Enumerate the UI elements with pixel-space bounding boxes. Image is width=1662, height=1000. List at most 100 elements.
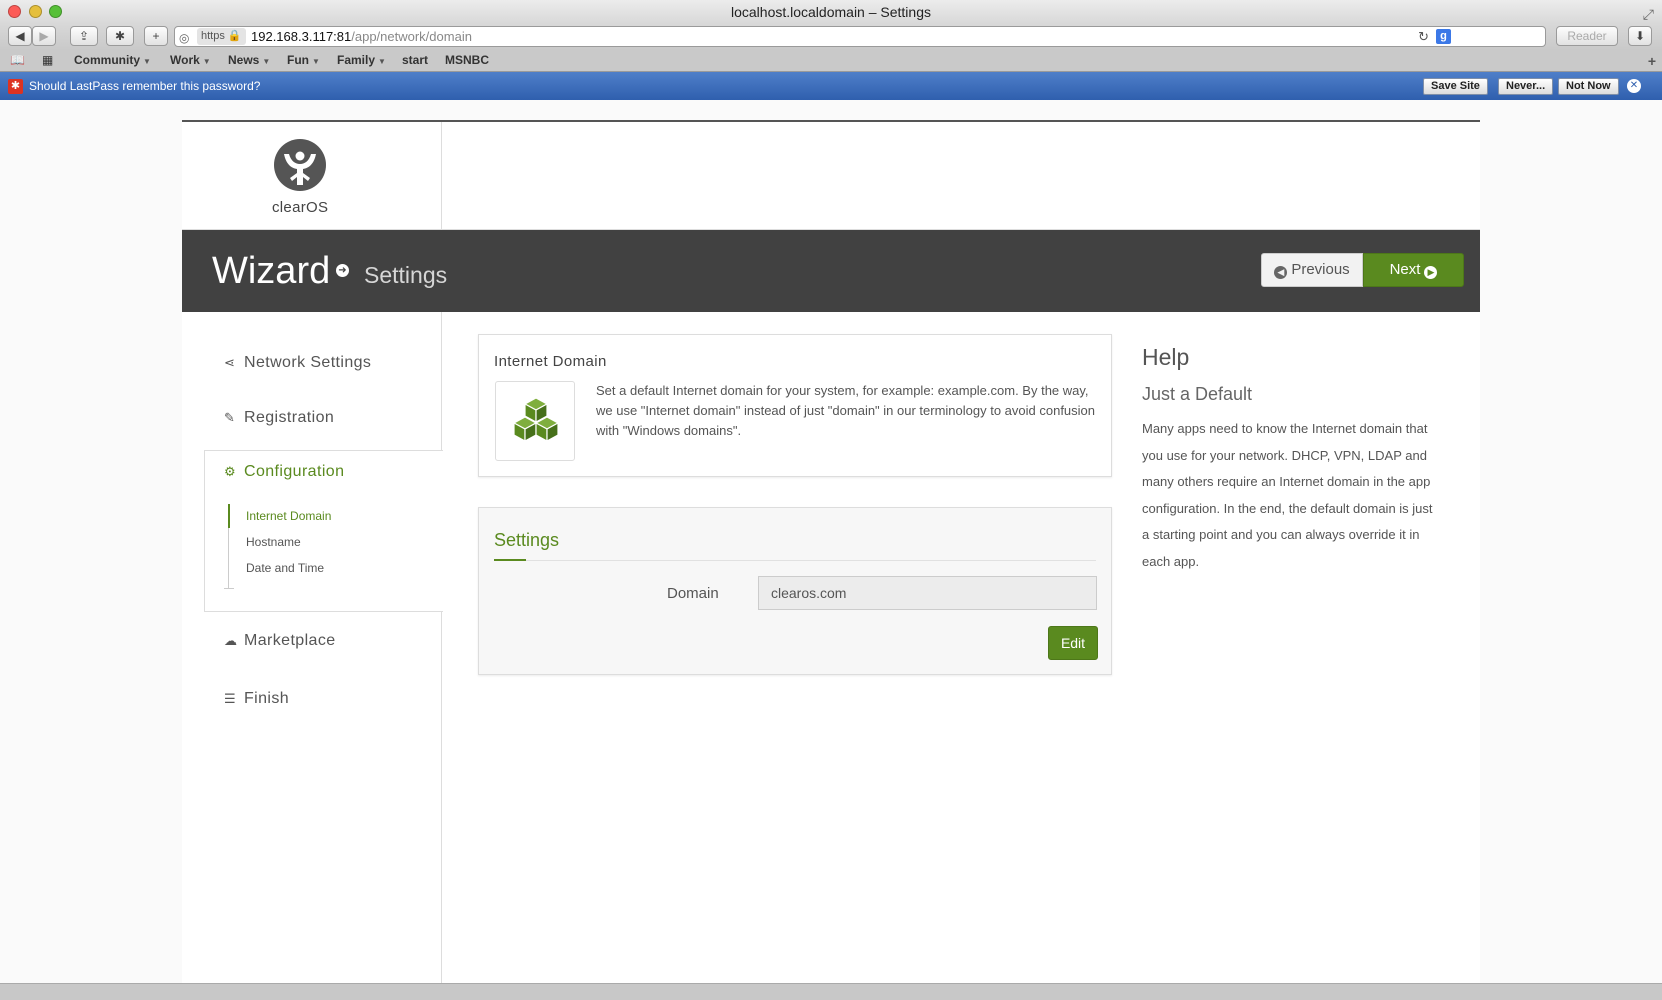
- settings-title: Settings: [494, 530, 560, 550]
- sidebar-item-configuration[interactable]: ⚙ Configuration: [224, 463, 344, 481]
- app-header: clearOS: [182, 122, 1480, 230]
- bookmark-family[interactable]: Family ▼: [337, 53, 386, 67]
- cubes-icon: [512, 397, 560, 443]
- forward-arrow-icon: ▶: [39, 29, 49, 43]
- share-button[interactable]: ⇪: [70, 26, 98, 46]
- clearos-logo-icon: [274, 139, 327, 191]
- not-now-button[interactable]: Not Now: [1558, 78, 1619, 95]
- close-window-button[interactable]: [8, 5, 21, 18]
- arrow-right-circle-icon: ➜: [336, 264, 349, 277]
- subnav-item-hostname[interactable]: Hostname: [246, 535, 301, 549]
- address-bar[interactable]: ◎ https 🔒 192.168.3.117:81/app/network/d…: [174, 26, 1546, 47]
- domain-field[interactable]: [758, 576, 1097, 610]
- list-icon: ☰: [224, 691, 237, 706]
- bookmark-news[interactable]: News ▼: [228, 53, 270, 67]
- bookmark-msnbc[interactable]: MSNBC: [445, 53, 489, 67]
- google-search-icon[interactable]: g: [1436, 29, 1451, 44]
- bookmark-label: News: [228, 53, 260, 67]
- zoom-window-button[interactable]: [49, 5, 62, 18]
- help-text: Many apps need to know the Internet doma…: [1142, 421, 1433, 569]
- edit-button[interactable]: Edit: [1048, 626, 1098, 660]
- panel-title: Internet Domain: [494, 353, 607, 370]
- bookmark-label: Work: [170, 53, 200, 67]
- title-underline: [494, 559, 526, 561]
- previous-button[interactable]: ◀ Previous: [1261, 253, 1363, 287]
- previous-label: Previous: [1291, 261, 1350, 278]
- sidebar-item-label: Finish: [244, 690, 290, 707]
- bookmark-start[interactable]: start: [402, 53, 428, 67]
- chevron-down-icon: ▼: [143, 57, 151, 66]
- url-path: /app/network/domain: [351, 29, 472, 44]
- sidebar-item-label: Configuration: [244, 463, 345, 480]
- reload-icon[interactable]: ↻: [1418, 27, 1429, 46]
- back-button[interactable]: ◀: [8, 26, 32, 46]
- reading-list-icon[interactable]: 📖: [10, 53, 25, 67]
- chevron-down-icon: ▼: [202, 57, 211, 66]
- next-button[interactable]: Next ▶: [1363, 253, 1464, 287]
- url-text: 192.168.3.117:81/app/network/domain: [251, 27, 472, 46]
- forward-button[interactable]: ▶: [32, 26, 56, 46]
- page-subtitle: Settings: [364, 262, 448, 288]
- bookmark-community[interactable]: Community ▼: [74, 53, 151, 67]
- wizard-banner: Wizard ➜ Settings ◀ Previous Next ▶: [182, 230, 1480, 312]
- status-bar: [0, 983, 1662, 1000]
- subnav-line-end: [224, 588, 234, 589]
- never-button[interactable]: Never...: [1498, 78, 1554, 95]
- cloud-download-icon: ☁: [224, 633, 238, 648]
- url-scheme: https: [201, 30, 225, 42]
- lock-icon: 🔒: [227, 30, 242, 42]
- bookmark-label: Fun: [287, 53, 309, 67]
- window-title: localhost.localdomain – Settings: [730, 4, 931, 20]
- site-favicon-icon: ◎: [179, 31, 190, 45]
- bookmark-fun[interactable]: Fun ▼: [287, 53, 320, 67]
- sidebar-item-registration[interactable]: ✎ Registration: [224, 409, 334, 427]
- chevron-down-icon: ▼: [312, 57, 320, 66]
- browser-toolbar: ◀ ▶ ⇪ ✱ + ◎ https 🔒 192.168.3.117:81/app…: [0, 24, 1662, 50]
- sidebar-item-marketplace[interactable]: ☁ Marketplace: [224, 632, 336, 650]
- back-arrow-icon: ◀: [15, 29, 25, 43]
- minimize-window-button[interactable]: [29, 5, 42, 18]
- save-site-button[interactable]: Save Site: [1423, 78, 1488, 95]
- app-container: clearOS Wizard ➜ Settings ◀ Previous Next…: [182, 120, 1480, 985]
- clearos-logo[interactable]: clearOS: [272, 138, 328, 216]
- share-nodes-icon: ⋖: [224, 355, 236, 370]
- bookmark-work[interactable]: Work ▼: [170, 53, 211, 67]
- page-title: Wizard: [212, 250, 331, 292]
- download-icon: ⬇: [1634, 29, 1646, 43]
- bookmark-label: Family: [337, 53, 376, 67]
- share-icon: ⇪: [78, 29, 90, 43]
- downloads-button[interactable]: ⬇: [1628, 26, 1652, 46]
- subnav-item-internet-domain[interactable]: Internet Domain: [246, 509, 331, 523]
- subnav-item-date-time[interactable]: Date and Time: [246, 561, 324, 575]
- help-subtitle: Just a Default: [1142, 384, 1253, 404]
- logo-text: clearOS: [272, 199, 329, 216]
- sidebar-item-finish[interactable]: ☰ Finish: [224, 690, 289, 708]
- arrow-right-circle-icon: ▶: [1424, 266, 1438, 279]
- settings-panel: Settings Domain Edit: [478, 507, 1112, 675]
- help-title: Help: [1142, 344, 1190, 370]
- close-icon[interactable]: ✕: [1627, 79, 1641, 93]
- subnav-active-indicator: [228, 504, 230, 528]
- sidebar-item-label: Network Settings: [244, 354, 372, 371]
- gears-icon: ⚙: [224, 464, 237, 479]
- reader-button[interactable]: Reader: [1556, 26, 1618, 46]
- bookmarks-bar: 📖 ▦ Community ▼ Work ▼ News ▼ Fun ▼ Family ▼ …: [0, 50, 1662, 72]
- top-sites-icon[interactable]: ▦: [42, 53, 53, 67]
- next-label: Next: [1389, 261, 1421, 278]
- sidebar-item-label: Registration: [244, 409, 335, 426]
- sidebar-item-label: Marketplace: [244, 632, 336, 649]
- new-tab-button[interactable]: +: [144, 26, 168, 46]
- extension-button[interactable]: ✱: [106, 26, 134, 46]
- add-bookmark-icon[interactable]: +: [1648, 53, 1656, 69]
- lastpass-message: Should LastPass remember this password?: [29, 79, 261, 93]
- internet-domain-panel: Internet Domain Set a default Internet d…: [478, 334, 1112, 477]
- https-badge: https 🔒: [197, 28, 246, 45]
- plus-icon: +: [152, 29, 160, 43]
- panel-description: Set a default Internet domain for your s…: [596, 383, 1096, 438]
- fullscreen-icon[interactable]: ⤢: [1643, 2, 1654, 26]
- sidebar-item-network-settings[interactable]: ⋖ Network Settings: [224, 354, 371, 372]
- url-host: 192.168.3.117:81: [251, 29, 352, 44]
- window-titlebar: localhost.localdomain – Settings ⤢: [0, 0, 1662, 24]
- lastpass-notification-bar: ✱ Should LastPass remember this password…: [0, 72, 1662, 100]
- lastpass-logo-icon: ✱: [8, 79, 23, 94]
